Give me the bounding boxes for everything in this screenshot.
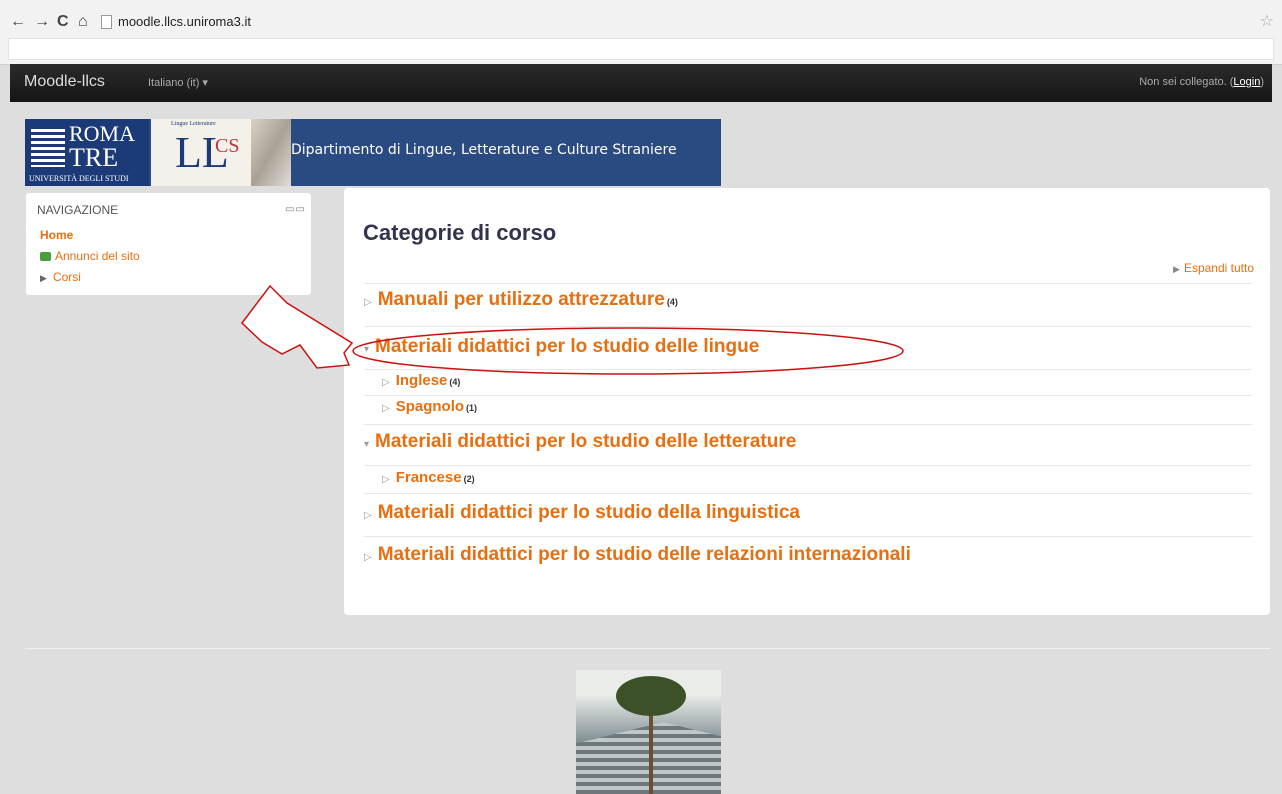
collapsed-arrow-icon: ▷ — [382, 403, 390, 414]
forum-icon — [40, 252, 51, 261]
address-bar[interactable]: moodle.llcs.uniroma3.it — [118, 12, 251, 32]
divider — [364, 536, 1252, 537]
address-row: ← → C ⌂ moodle.llcs.uniroma3.it ☆ — [0, 12, 1282, 32]
logo-univ-text: UNIVERSITÀ DEGLI STUDI — [29, 174, 129, 183]
category-item[interactable]: ▷ Manuali per utilizzo attrezzature (4) — [364, 289, 1252, 311]
nav-annunci-label: Annunci del sito — [55, 249, 140, 263]
nav-annunci-link[interactable]: Annunci del sito — [40, 249, 140, 263]
forward-icon[interactable]: → — [34, 12, 50, 32]
roma-tre-emblem — [31, 129, 65, 167]
login-suffix: ) — [1260, 76, 1264, 88]
language-menu[interactable]: Italiano (it) ▾ — [148, 76, 208, 89]
page-icon — [101, 15, 112, 29]
category-label[interactable]: Manuali per utilizzo attrezzature — [378, 289, 665, 310]
subcategory-count: (2) — [463, 474, 475, 484]
divider — [364, 465, 1252, 466]
divider — [364, 493, 1252, 494]
main-content: Categorie di corso ▶ Espandi tutto ▷ Manua… — [344, 188, 1270, 615]
category-item[interactable]: ▾ Materiali didattici per lo studio delle… — [364, 431, 1252, 453]
footer-divider — [25, 648, 1270, 649]
login-prefix: Non sei collegato. ( — [1139, 76, 1234, 88]
expand-all-label: Espandi tutto — [1183, 261, 1254, 275]
roma-tre-logo: ROMA TRE UNIVERSITÀ DEGLI STUDI — [25, 119, 149, 186]
collapsed-arrow-icon: ▷ — [364, 297, 372, 308]
expanded-arrow-icon: ▾ — [364, 439, 370, 450]
subcategory-label[interactable]: Spagnolo — [396, 398, 464, 415]
subcategory-item[interactable]: ▷ Inglese (4) — [382, 372, 1252, 389]
divider — [364, 369, 1252, 370]
expanded-arrow-icon: ▾ — [364, 344, 370, 355]
category-count: (4) — [666, 297, 678, 307]
page-title: Categorie di corso — [363, 220, 557, 245]
category-item[interactable]: ▾ Materiali didattici per lo studio delle… — [364, 336, 1252, 358]
header-banner: ROMA TRE UNIVERSITÀ DEGLI STUDI Lingue L… — [25, 119, 721, 186]
expand-triangle-icon: ▶ — [40, 273, 47, 283]
collapsed-arrow-icon: ▷ — [364, 552, 372, 563]
divider — [364, 283, 1252, 284]
banner-stone-image — [251, 119, 291, 186]
collapsed-arrow-icon: ▷ — [364, 510, 372, 521]
category-item[interactable]: ▷ Materiali didattici per lo studio della… — [364, 502, 1252, 524]
divider — [364, 326, 1252, 327]
collapsed-arrow-icon: ▷ — [382, 377, 390, 388]
block-controls-icon[interactable]: ▭▭ — [285, 204, 306, 215]
home-icon[interactable]: ⌂ — [78, 12, 88, 32]
collapsed-arrow-icon: ▷ — [382, 474, 390, 485]
divider — [364, 395, 1252, 396]
expand-all-triangle-icon: ▶ — [1173, 264, 1180, 274]
bookmark-bar — [8, 38, 1274, 60]
nav-corsi-link[interactable]: ▶ Corsi — [40, 270, 81, 284]
llcs-cs-glyph: CS — [215, 135, 240, 157]
llcs-logo: Lingue Letterature LL CS — [151, 119, 251, 186]
category-label[interactable]: Materiali didattici per lo studio delle … — [375, 336, 759, 357]
navigation-heading: NAVIGAZIONE — [37, 203, 119, 217]
subcategory-item[interactable]: ▷ Spagnolo (1) — [382, 398, 1252, 415]
login-link[interactable]: Login — [1233, 76, 1260, 88]
tree-trunk — [649, 710, 653, 794]
navigation-block: NAVIGAZIONE ▭▭ Home Annunci del sito ▶ Co… — [25, 192, 312, 296]
login-info: Non sei collegato. (Login) — [1139, 76, 1264, 88]
back-icon[interactable]: ← — [10, 12, 26, 32]
campus-photo — [576, 670, 721, 794]
category-label[interactable]: Materiali didattici per lo studio delle … — [375, 431, 796, 452]
nav-corsi-label: Corsi — [52, 270, 81, 284]
browser-chrome: ← → C ⌂ moodle.llcs.uniroma3.it ☆ — [0, 0, 1282, 65]
subcategory-count: (1) — [466, 403, 478, 413]
tree-image — [616, 676, 686, 716]
subcategory-count: (4) — [449, 377, 461, 387]
top-navbar: Moodle-llcs Italiano (it) ▾ Non sei coll… — [10, 64, 1272, 102]
divider — [364, 424, 1252, 425]
category-label[interactable]: Materiali didattici per lo studio delle … — [378, 544, 911, 565]
site-brand[interactable]: Moodle-llcs — [24, 73, 105, 91]
nav-home-link[interactable]: Home — [40, 228, 73, 242]
subcategory-item[interactable]: ▷ Francese (2) — [382, 469, 1252, 486]
bookmark-star-icon[interactable]: ☆ — [1260, 12, 1274, 32]
subcategory-label[interactable]: Inglese — [396, 372, 448, 389]
category-label[interactable]: Materiali didattici per lo studio della … — [378, 502, 800, 523]
department-title: Dipartimento di Lingue, Letterature e Cu… — [291, 142, 677, 158]
logo-tre-text: TRE — [69, 143, 119, 172]
annotation-arrow — [240, 284, 354, 369]
category-item[interactable]: ▷ Materiali didattici per lo studio delle… — [364, 544, 1252, 566]
subcategory-label[interactable]: Francese — [396, 469, 462, 486]
expand-all-link[interactable]: ▶ Espandi tutto — [1173, 261, 1254, 275]
reload-icon[interactable]: C — [57, 12, 69, 32]
